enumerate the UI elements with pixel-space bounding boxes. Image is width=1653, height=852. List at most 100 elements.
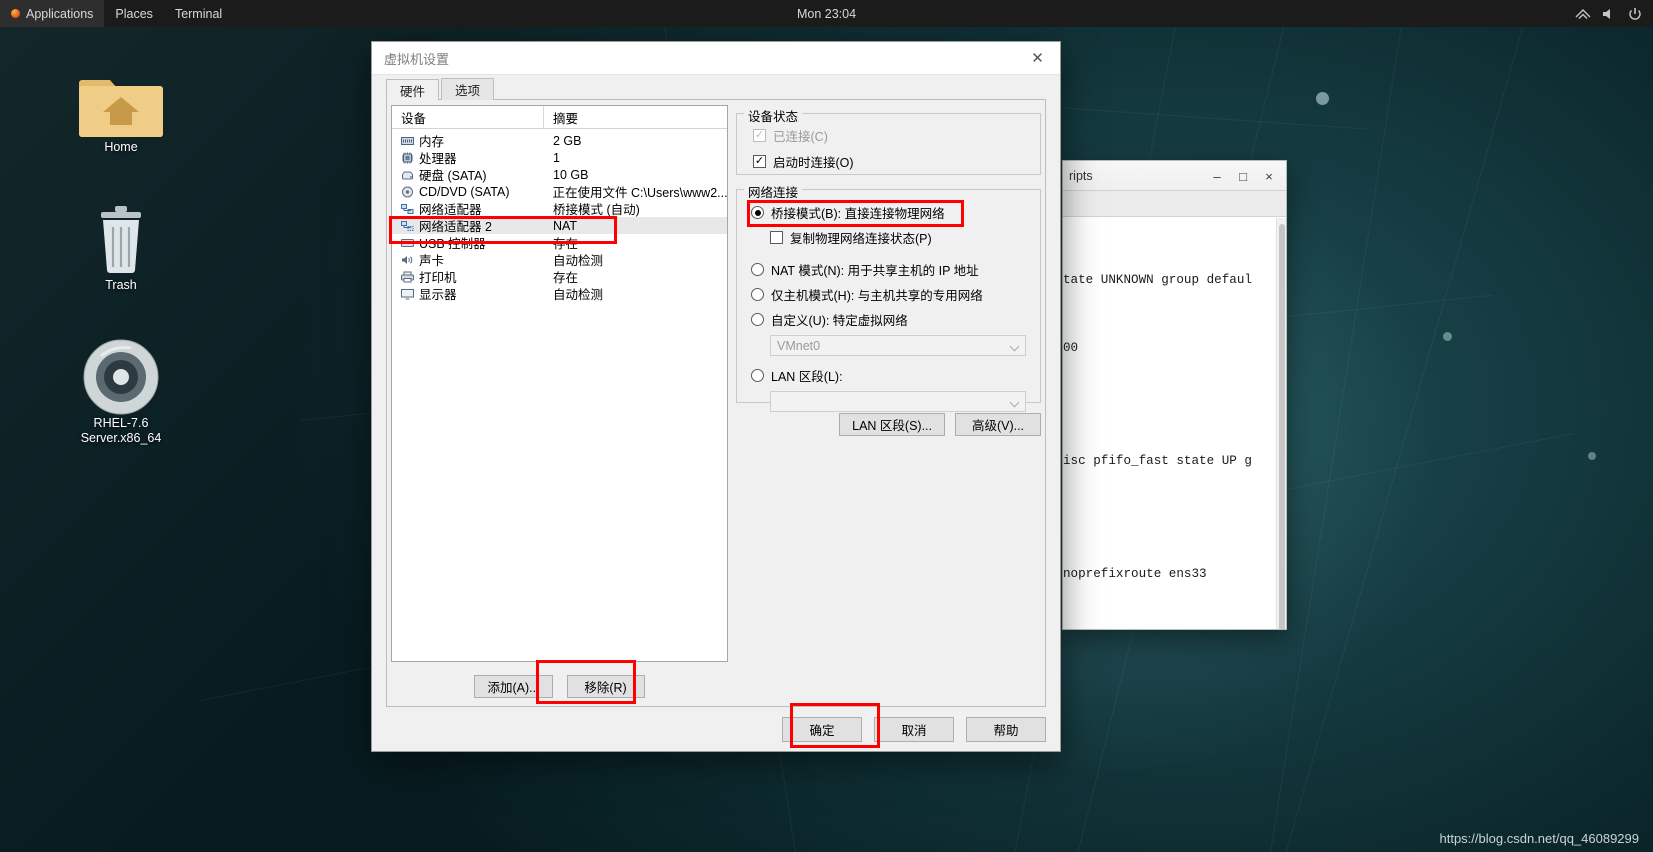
chevron-down-icon bbox=[1009, 341, 1020, 352]
replicate-state-checkbox[interactable] bbox=[770, 231, 783, 244]
device-row-harddisk[interactable]: 硬盘 (SATA) 10 GB bbox=[392, 166, 727, 183]
desktop-icon-label: RHEL-7.6 Server.x86_64 bbox=[80, 416, 162, 445]
vm-settings-dialog[interactable]: 虚拟机设置 ✕ 硬件 选项 设备 摘要 内存 2 GB 处理器 1 硬盘 (SA… bbox=[371, 41, 1061, 752]
device-summary: 2 GB bbox=[553, 133, 582, 148]
device-row-memory[interactable]: 内存 2 GB bbox=[392, 132, 727, 149]
power-tray-icon[interactable] bbox=[1627, 6, 1643, 22]
terminal-titlebar[interactable]: ripts – □ × bbox=[1063, 161, 1286, 191]
column-header-device: 设备 bbox=[392, 106, 544, 128]
device-list-rows: 内存 2 GB 处理器 1 硬盘 (SATA) 10 GB CD/DVD (SA… bbox=[392, 129, 727, 302]
close-icon[interactable]: × bbox=[1256, 164, 1282, 188]
device-row-cddvd[interactable]: CD/DVD (SATA) 正在使用文件 C:\Users\www2... bbox=[392, 183, 727, 200]
terminal-tabbar[interactable] bbox=[1063, 191, 1286, 217]
replicate-state-checkbox-row[interactable]: 复制物理网络连接状态(P) bbox=[770, 228, 1040, 247]
device-row-sound-card[interactable]: 声卡 自动检测 bbox=[392, 251, 727, 268]
nat-mode-radio[interactable] bbox=[751, 263, 764, 276]
connected-checkbox-row[interactable]: ✓ 已连接(C) bbox=[753, 126, 1040, 145]
device-row-display[interactable]: 显示器 自动检测 bbox=[392, 285, 727, 302]
sound-icon bbox=[402, 255, 413, 264]
desktop-icon-rhel-iso[interactable]: RHEL-7.6 Server.x86_64 bbox=[56, 338, 186, 446]
dialog-tabs[interactable]: 硬件 选项 bbox=[386, 78, 496, 101]
device-row-network-adapter[interactable]: 网络适配器 桥接模式 (自动) bbox=[392, 200, 727, 217]
cpu-icon bbox=[402, 152, 413, 163]
connect-at-power-on-checkbox[interactable]: ✓ bbox=[753, 155, 766, 168]
terminal-window[interactable]: ripts – □ × tate UNKNOWN group defaul 00… bbox=[1062, 160, 1287, 630]
lan-segment-select[interactable] bbox=[770, 391, 1026, 412]
applications-icon bbox=[11, 9, 20, 18]
desktop-icon-home[interactable]: Home bbox=[56, 62, 186, 155]
terminal-line: isc pfifo_fast state UP g bbox=[1063, 453, 1252, 468]
maximize-icon[interactable]: □ bbox=[1230, 164, 1256, 188]
lan-segment-label: LAN 区段(L): bbox=[771, 370, 843, 384]
device-list-header: 设备 摘要 bbox=[392, 106, 727, 129]
applications-label: Applications bbox=[26, 6, 94, 21]
bridged-mode-label: 桥接模式(B): 直接连接物理网络 bbox=[771, 207, 945, 221]
network-action-buttons: LAN 区段(S)... 高级(V)... bbox=[839, 413, 1041, 436]
advanced-button[interactable]: 高级(V)... bbox=[955, 413, 1041, 436]
host-only-mode-radio[interactable] bbox=[751, 288, 764, 301]
terminal-title-label: ripts bbox=[1069, 168, 1093, 183]
system-tray[interactable] bbox=[1575, 6, 1653, 22]
dialog-close-button[interactable]: ✕ bbox=[1015, 42, 1060, 75]
terminal-scrollbar[interactable] bbox=[1276, 218, 1286, 629]
desktop-icon-label: Trash bbox=[105, 278, 137, 292]
lan-segment-button[interactable]: LAN 区段(S)... bbox=[839, 413, 945, 436]
connect-at-power-on-checkbox-row[interactable]: ✓ 启动时连接(O) bbox=[753, 152, 1040, 171]
terminal-window-controls[interactable]: – □ × bbox=[1204, 161, 1282, 191]
network-connection-group: 网络连接 桥接模式(B): 直接连接物理网络 复制物理网络连接状态(P) NAT… bbox=[736, 182, 1041, 412]
usb-icon bbox=[401, 238, 414, 247]
wallpaper-dot bbox=[1443, 332, 1452, 341]
device-summary: 10 GB bbox=[553, 167, 589, 182]
harddisk-icon bbox=[402, 171, 413, 179]
custom-network-select[interactable]: VMnet0 bbox=[770, 335, 1026, 356]
display-icon bbox=[401, 288, 414, 299]
tab-hardware[interactable]: 硬件 bbox=[386, 79, 440, 101]
nat-mode-radio-row[interactable]: NAT 模式(N): 用于共享主机的 IP 地址 bbox=[751, 260, 1040, 279]
wallpaper-dot bbox=[1588, 452, 1596, 460]
tab-options[interactable]: 选项 bbox=[441, 78, 495, 100]
bridged-mode-radio[interactable] bbox=[751, 206, 764, 219]
connect-at-power-on-label: 启动时连接(O) bbox=[773, 156, 854, 170]
memory-icon bbox=[401, 136, 414, 145]
device-list-panel[interactable]: 设备 摘要 内存 2 GB 处理器 1 硬盘 (SATA) 10 GB CD/D… bbox=[391, 105, 728, 662]
custom-mode-label: 自定义(U): 特定虚拟网络 bbox=[771, 314, 908, 328]
places-menu[interactable]: Places bbox=[104, 0, 164, 27]
custom-network-value: VMnet0 bbox=[777, 338, 821, 353]
clock-label: Mon 23:04 bbox=[796, 6, 857, 21]
desktop-icon-trash[interactable]: Trash bbox=[56, 200, 186, 293]
device-row-network-adapter-2[interactable]: 网络适配器 2 NAT bbox=[392, 217, 727, 234]
ok-button[interactable]: 确定 bbox=[782, 717, 862, 742]
host-only-mode-radio-row[interactable]: 仅主机模式(H): 与主机共享的专用网络 bbox=[751, 285, 1040, 304]
dialog-titlebar[interactable]: 虚拟机设置 ✕ bbox=[372, 42, 1060, 75]
terminal-output[interactable]: tate UNKNOWN group defaul 00 isc pfifo_f… bbox=[1063, 218, 1286, 629]
add-button[interactable]: 添加(A)... bbox=[474, 675, 553, 698]
nat-mode-label: NAT 模式(N): 用于共享主机的 IP 地址 bbox=[771, 264, 979, 278]
home-folder-icon bbox=[56, 62, 186, 140]
connected-checkbox: ✓ bbox=[753, 129, 766, 142]
applications-menu[interactable]: Applications bbox=[0, 0, 105, 27]
device-row-processor[interactable]: 处理器 1 bbox=[392, 149, 727, 166]
custom-mode-radio[interactable] bbox=[751, 313, 764, 326]
lan-segment-radio[interactable] bbox=[751, 369, 764, 382]
help-button[interactable]: 帮助 bbox=[966, 717, 1046, 742]
terminal-menu[interactable]: Terminal bbox=[164, 0, 233, 27]
places-label: Places bbox=[115, 6, 153, 21]
cancel-button[interactable]: 取消 bbox=[874, 717, 954, 742]
device-row-usb-controller[interactable]: USB 控制器 存在 bbox=[392, 234, 727, 251]
volume-tray-icon[interactable] bbox=[1601, 6, 1617, 22]
device-name: CD/DVD (SATA) bbox=[419, 184, 510, 199]
scrollbar-thumb[interactable] bbox=[1279, 224, 1285, 629]
network-tray-icon[interactable] bbox=[1575, 6, 1591, 22]
device-summary: NAT bbox=[553, 218, 578, 233]
device-row-printer[interactable]: 打印机 存在 bbox=[392, 268, 727, 285]
clock[interactable]: Mon 23:04 bbox=[0, 7, 1653, 21]
terminal-line: tate UNKNOWN group defaul bbox=[1063, 273, 1252, 288]
minimize-icon[interactable]: – bbox=[1204, 164, 1230, 188]
terminal-label: Terminal bbox=[174, 6, 223, 21]
top-panel: Applications Places Terminal Mon 23:04 bbox=[0, 0, 1653, 27]
device-summary: 桥接模式 (自动) bbox=[553, 203, 640, 217]
remove-button[interactable]: 移除(R) bbox=[566, 675, 645, 698]
lan-segment-radio-row[interactable]: LAN 区段(L): bbox=[751, 366, 1040, 385]
bridged-mode-radio-row[interactable]: 桥接模式(B): 直接连接物理网络 bbox=[751, 203, 1040, 222]
custom-mode-radio-row[interactable]: 自定义(U): 特定虚拟网络 bbox=[751, 310, 1040, 329]
